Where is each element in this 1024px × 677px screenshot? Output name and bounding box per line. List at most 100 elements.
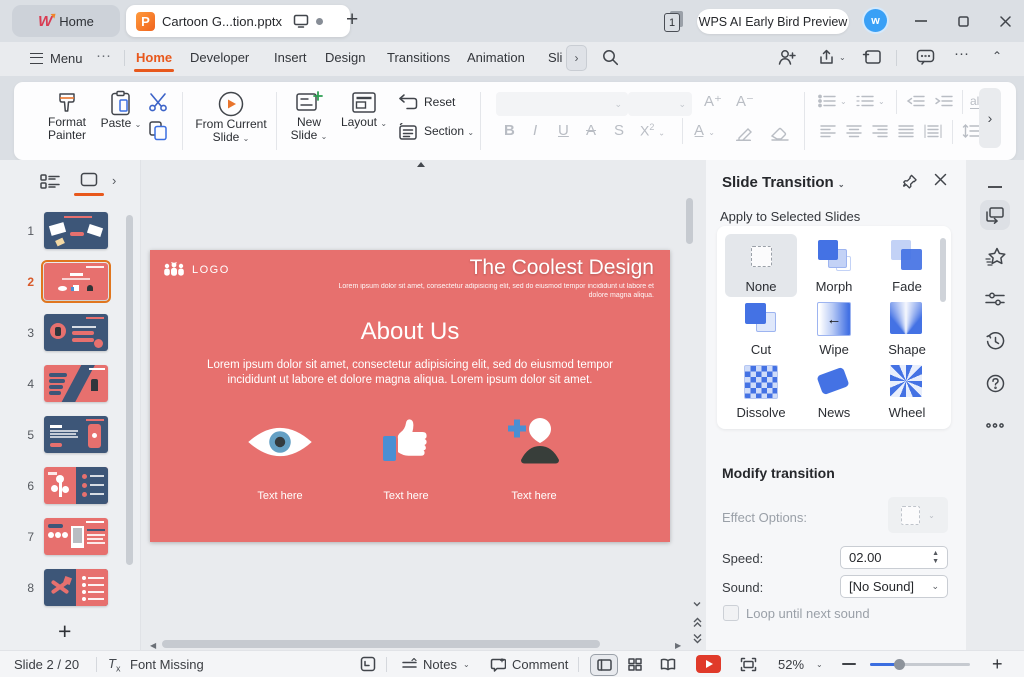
zoom-out-button[interactable] — [842, 663, 856, 665]
thumbnail-scrollbar[interactable] — [126, 215, 133, 565]
ribbon-tab-design[interactable]: Design — [325, 50, 365, 65]
ribbon-tab-developer[interactable]: Developer — [190, 50, 249, 65]
slide-thumbnail-3[interactable] — [44, 314, 108, 351]
ribbon-expand-button[interactable]: › — [979, 88, 1001, 148]
tab-count-badge[interactable]: 1 — [664, 11, 684, 31]
minimize-button[interactable] — [910, 11, 932, 31]
decrease-font-button[interactable]: A⁻ — [736, 92, 754, 110]
icon-caption[interactable]: Text here — [346, 490, 466, 502]
slide-thumbnail-6[interactable] — [44, 467, 108, 504]
slide-heading[interactable]: About Us — [150, 318, 670, 346]
reset-button[interactable]: Reset — [398, 94, 455, 111]
font-missing-status[interactable]: Font Missing — [130, 657, 204, 672]
superscript-button[interactable]: X2 ⌄ — [640, 122, 665, 139]
share-user-icon[interactable] — [778, 49, 797, 66]
slide-thumbnail-1[interactable] — [44, 212, 108, 249]
transition-effect-shape[interactable]: Shape — [871, 297, 943, 360]
sound-dropdown[interactable]: [No Sound] ⌄ — [840, 575, 948, 598]
font-color-button[interactable]: A̲ ⌄ — [694, 122, 715, 139]
strikethrough-button[interactable]: S — [614, 122, 624, 139]
slide-thumbnail-2-selected[interactable] — [44, 263, 108, 300]
decrease-indent-button[interactable] — [906, 94, 925, 108]
monitor-icon[interactable] — [293, 14, 309, 28]
fit-slide-button[interactable] — [740, 657, 757, 672]
slide-subtitle[interactable]: Lorem ipsum dolor sit amet, consectetur … — [324, 283, 654, 300]
align-left-button[interactable] — [820, 124, 836, 138]
transition-effect-news[interactable]: News — [798, 360, 870, 423]
outline-view-icon[interactable] — [40, 174, 60, 189]
bold-button[interactable]: B — [504, 122, 515, 139]
close-button[interactable] — [994, 11, 1016, 31]
zoom-slider[interactable] — [870, 663, 970, 666]
more-tools-button[interactable]: ··· — [954, 45, 969, 62]
slide-sorter-view-button[interactable] — [628, 658, 642, 671]
effect-options-dropdown[interactable]: ⌄ — [888, 497, 948, 533]
scroll-left-arrow[interactable]: ◀ — [150, 641, 156, 650]
collapse-sidebar-icon[interactable] — [980, 172, 1010, 202]
slide-thumbnail-7[interactable] — [44, 518, 108, 555]
font-name-select[interactable]: ⌄ — [496, 92, 628, 116]
numbering-button[interactable] — [856, 94, 874, 108]
sidebar-history-icon[interactable] — [980, 326, 1010, 356]
line-spacing-button[interactable] — [962, 124, 980, 138]
speed-spinner[interactable]: ▲▼ — [932, 551, 939, 565]
quick-access-more-button[interactable]: ··· — [96, 47, 111, 64]
cut-button[interactable] — [147, 92, 169, 112]
new-slide-button[interactable]: NewSlide ⌄ — [284, 90, 334, 143]
slide-logo-group[interactable]: LOGO — [162, 262, 230, 277]
font-size-select[interactable]: ⌄ — [628, 92, 692, 116]
speed-input[interactable]: 02.00 ▲▼ — [840, 546, 948, 569]
wps-ai-icon[interactable]: w — [864, 9, 887, 32]
collapse-ribbon-button[interactable]: ⌃ — [992, 49, 1002, 63]
align-right-button[interactable] — [872, 124, 888, 138]
export-share-button[interactable]: ⌄ — [818, 48, 846, 66]
transition-effect-wipe[interactable]: ← Wipe — [798, 297, 870, 360]
wps-ai-preview-button[interactable]: WPS AI Early Bird Preview — [697, 9, 849, 34]
slide-editing-area[interactable]: LOGO The Coolest Design Lorem ipsum dolo… — [150, 250, 670, 542]
pin-to-taskbar-icon[interactable] — [862, 49, 881, 65]
slide-thumbnail-8[interactable] — [44, 569, 108, 606]
scroll-down-arrow[interactable] — [693, 600, 701, 608]
loop-sound-checkbox[interactable] — [723, 605, 739, 621]
ribbon-collapse-handle[interactable] — [417, 162, 425, 167]
document-tab[interactable]: P Cartoon G...tion.pptx — [126, 5, 350, 37]
horizontal-scrollbar[interactable] — [162, 640, 600, 648]
highlight-color-button[interactable] — [736, 126, 756, 141]
distribute-text-button[interactable] — [924, 124, 942, 138]
icon-caption[interactable]: Text here — [220, 490, 340, 502]
vertical-scrollbar[interactable] — [686, 198, 693, 244]
zoom-percentage[interactable]: 52% — [778, 657, 804, 672]
transition-effect-fade[interactable]: Fade — [871, 234, 943, 297]
chevron-down-icon[interactable]: ⌄ — [878, 97, 885, 106]
main-menu-button[interactable]: Menu — [30, 51, 83, 66]
maximize-button[interactable] — [952, 11, 974, 31]
ribbon-tab-animation[interactable]: Animation — [467, 50, 525, 65]
character-spacing-button[interactable]: A — [586, 122, 596, 139]
sidebar-help-icon[interactable] — [980, 368, 1010, 398]
wps-home-tab[interactable]: W Home — [12, 5, 120, 37]
clear-format-eraser-button[interactable] — [770, 126, 790, 141]
search-icon[interactable] — [602, 49, 619, 66]
sidebar-more-icon[interactable] — [980, 410, 1010, 440]
add-slide-button[interactable]: + — [58, 618, 71, 645]
increase-font-button[interactable]: A⁺ — [704, 92, 722, 110]
tab-overflow-chevron-button[interactable]: › — [566, 45, 587, 71]
transition-effect-cut[interactable]: Cut — [725, 297, 797, 360]
pin-panel-icon[interactable] — [902, 174, 918, 190]
expand-panel-chevron[interactable]: › — [112, 173, 116, 188]
slide-view-icon-active[interactable] — [74, 172, 104, 196]
zoom-slider-knob[interactable] — [894, 659, 905, 670]
format-painter-button[interactable]: FormatPainter — [38, 90, 96, 142]
slideshow-play-button[interactable] — [696, 655, 721, 673]
thumbs-up-icon[interactable] — [346, 418, 466, 464]
chevron-down-icon[interactable]: ⌄ — [840, 97, 847, 106]
chevron-down-icon[interactable]: ⌄ — [816, 660, 823, 669]
gallery-scrollbar[interactable] — [940, 238, 946, 302]
section-button[interactable]: Section ⌄ — [398, 123, 474, 141]
eye-icon[interactable] — [220, 422, 340, 462]
paste-button[interactable]: Paste ⌄ — [98, 90, 144, 131]
underline-button[interactable]: U — [558, 122, 569, 139]
icon-caption[interactable]: Text here — [474, 490, 594, 502]
justify-button[interactable] — [898, 124, 914, 138]
increase-indent-button[interactable] — [934, 94, 953, 108]
